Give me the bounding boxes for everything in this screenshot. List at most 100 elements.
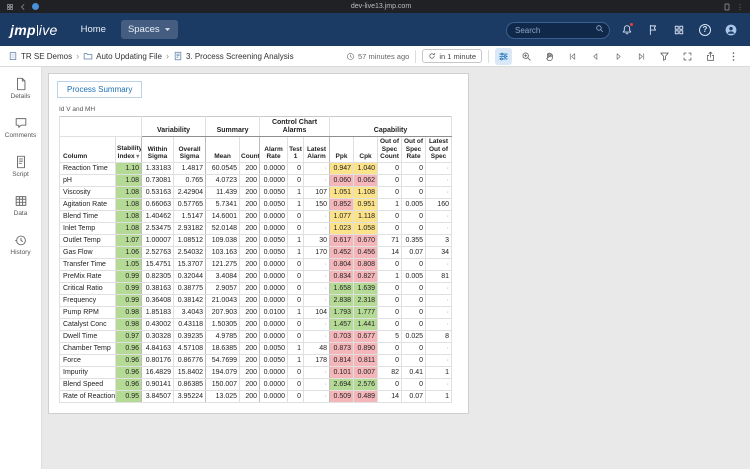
table-row[interactable]: Gas Flow1.062.527632.54032103.1632000.00…: [60, 246, 452, 258]
interactive-mode-button[interactable]: [495, 48, 512, 65]
sidebar-item-label: Details: [11, 93, 31, 100]
browser-url[interactable]: dev-live13.jmp.com: [44, 0, 718, 13]
sidebar-item-history[interactable]: History: [0, 233, 41, 260]
apps-button[interactable]: [670, 21, 688, 39]
sidebar-item-data[interactable]: Data: [0, 194, 41, 221]
table-row[interactable]: Chamber Temp0.964.841634.5710818.6385200…: [60, 342, 452, 354]
refresh-timer-button[interactable]: in 1 minute: [422, 49, 482, 63]
table-row[interactable]: Outlet Temp1.071.000071.08512109.0382000…: [60, 234, 452, 246]
table-row[interactable]: Reaction Time1.101.331831.481760.0545200…: [60, 162, 452, 174]
breadcrumb-space[interactable]: TR SE Demos: [8, 51, 72, 61]
table-cell: 0.890: [354, 342, 378, 354]
table-cell: 1.40462: [142, 210, 174, 222]
column-header[interactable]: Within Sigma: [142, 137, 174, 162]
share-button[interactable]: [702, 48, 719, 65]
table-cell: 2.54032: [174, 246, 206, 258]
report-card: Process Summary Id V and MH VariabilityS…: [48, 73, 469, 414]
table-row[interactable]: Frequency0.990.364080.3814221.00432000.0…: [60, 294, 452, 306]
table-cell: 0.456: [354, 246, 378, 258]
notifications-button[interactable]: [618, 21, 636, 39]
table-cell: 0.808: [354, 258, 378, 270]
table-row[interactable]: Rate of Reaction0.953.845073.9522413.025…: [60, 390, 452, 402]
table-row[interactable]: pH1.080.730810.7654.07232000.00000·0.060…: [60, 174, 452, 186]
table-row[interactable]: PreMix Rate0.990.823050.320443.40842000.…: [60, 270, 452, 282]
breadcrumb-report[interactable]: 3. Process Screening Analysis: [173, 51, 294, 61]
tab-process-summary[interactable]: Process Summary: [57, 81, 142, 98]
table-cell: 0.98: [116, 318, 142, 330]
last-page-button[interactable]: [633, 48, 650, 65]
row-label: Gas Flow: [60, 246, 116, 258]
table-cell: ·: [304, 390, 330, 402]
table-cell: 0: [402, 318, 426, 330]
table-cell: 1: [288, 234, 304, 246]
column-header[interactable]: Column: [60, 137, 116, 162]
fullscreen-button[interactable]: [679, 48, 696, 65]
table-cell: 200: [240, 246, 260, 258]
back-icon[interactable]: [19, 3, 27, 11]
more-icon[interactable]: [736, 3, 744, 11]
filter-button[interactable]: [656, 48, 673, 65]
first-page-button[interactable]: [564, 48, 581, 65]
user-menu-button[interactable]: [722, 21, 740, 39]
column-header[interactable]: Stability Index: [116, 137, 142, 162]
column-header[interactable]: Cpk: [354, 137, 378, 162]
table-row[interactable]: Impurity0.9616.482915.8402194.0792000.00…: [60, 366, 452, 378]
table-cell: 30: [304, 234, 330, 246]
pan-button[interactable]: [541, 48, 558, 65]
nav-home[interactable]: Home: [74, 20, 113, 39]
table-cell: ·: [426, 306, 452, 318]
table-row[interactable]: Transfer Time1.0515.475115.3707121.27520…: [60, 258, 452, 270]
table-cell: 0.99: [116, 294, 142, 306]
table-cell: ·: [426, 258, 452, 270]
next-page-button[interactable]: [610, 48, 627, 65]
table-cell: 3.95224: [174, 390, 206, 402]
table-row[interactable]: Inlet Temp1.082.534752.9318252.01482000.…: [60, 222, 452, 234]
table-row[interactable]: Viscosity1.080.531632.4290411.4392000.00…: [60, 186, 452, 198]
jmp-live-logo[interactable]: jmpive: [10, 22, 58, 38]
breadcrumb-folder[interactable]: Auto Updating File: [83, 51, 162, 61]
table-cell: 0: [402, 222, 426, 234]
table-cell: 0: [288, 330, 304, 342]
table-row[interactable]: Blend Time1.081.404621.514714.60012000.0…: [60, 210, 452, 222]
table-cell: ·: [304, 318, 330, 330]
sidebar-item-details[interactable]: Details: [0, 77, 41, 104]
row-label: Critical Ratio: [60, 282, 116, 294]
column-header[interactable]: Out of Spec Count: [378, 137, 402, 162]
help-button[interactable]: [696, 21, 714, 39]
table-cell: 0.36408: [142, 294, 174, 306]
column-header[interactable]: Alarm Rate: [260, 137, 288, 162]
table-cell: 1.639: [354, 282, 378, 294]
table-row[interactable]: Agitation Rate1.080.660630.577655.734120…: [60, 198, 452, 210]
table-cell: 0.0000: [260, 258, 288, 270]
folder-icon: [83, 51, 93, 61]
column-header[interactable]: Count: [240, 137, 260, 162]
column-header[interactable]: Overall Sigma: [174, 137, 206, 162]
table-row[interactable]: Catalyst Conc0.980.430020.431181.5030520…: [60, 318, 452, 330]
table-cell: 0.39235: [174, 330, 206, 342]
sidebar-item-comments[interactable]: Comments: [0, 116, 41, 143]
column-header[interactable]: Test 1: [288, 137, 304, 162]
grid-icon[interactable]: [6, 3, 14, 11]
share-icon: [705, 51, 716, 62]
column-header[interactable]: Mean: [206, 137, 240, 162]
table-cell: ·: [304, 162, 330, 174]
table-cell: 1.85183: [142, 306, 174, 318]
column-header[interactable]: Ppk: [330, 137, 354, 162]
cast-icon[interactable]: [723, 3, 731, 11]
table-cell: 0.509: [330, 390, 354, 402]
nav-spaces[interactable]: Spaces: [121, 20, 178, 39]
column-header[interactable]: Latest Out of Spec: [426, 137, 452, 162]
more-options-button[interactable]: [725, 48, 742, 65]
zoom-button[interactable]: [518, 48, 535, 65]
sidebar-item-script[interactable]: Script: [0, 155, 41, 182]
bookmarks-button[interactable]: [644, 21, 662, 39]
column-header[interactable]: Latest Alarm: [304, 137, 330, 162]
table-row[interactable]: Force0.960.801760.8677654.76992000.00501…: [60, 354, 452, 366]
table-row[interactable]: Blend Speed0.960.901410.86385150.0072000…: [60, 378, 452, 390]
table-row[interactable]: Dwell Time0.970.303280.392354.97852000.0…: [60, 330, 452, 342]
table-row[interactable]: Pump RPM0.981.851833.4043207.9032000.010…: [60, 306, 452, 318]
table-row[interactable]: Critical Ratio0.990.381630.387752.905720…: [60, 282, 452, 294]
column-header[interactable]: Out of Spec Rate: [402, 137, 426, 162]
table-cell: 200: [240, 258, 260, 270]
prev-page-button[interactable]: [587, 48, 604, 65]
